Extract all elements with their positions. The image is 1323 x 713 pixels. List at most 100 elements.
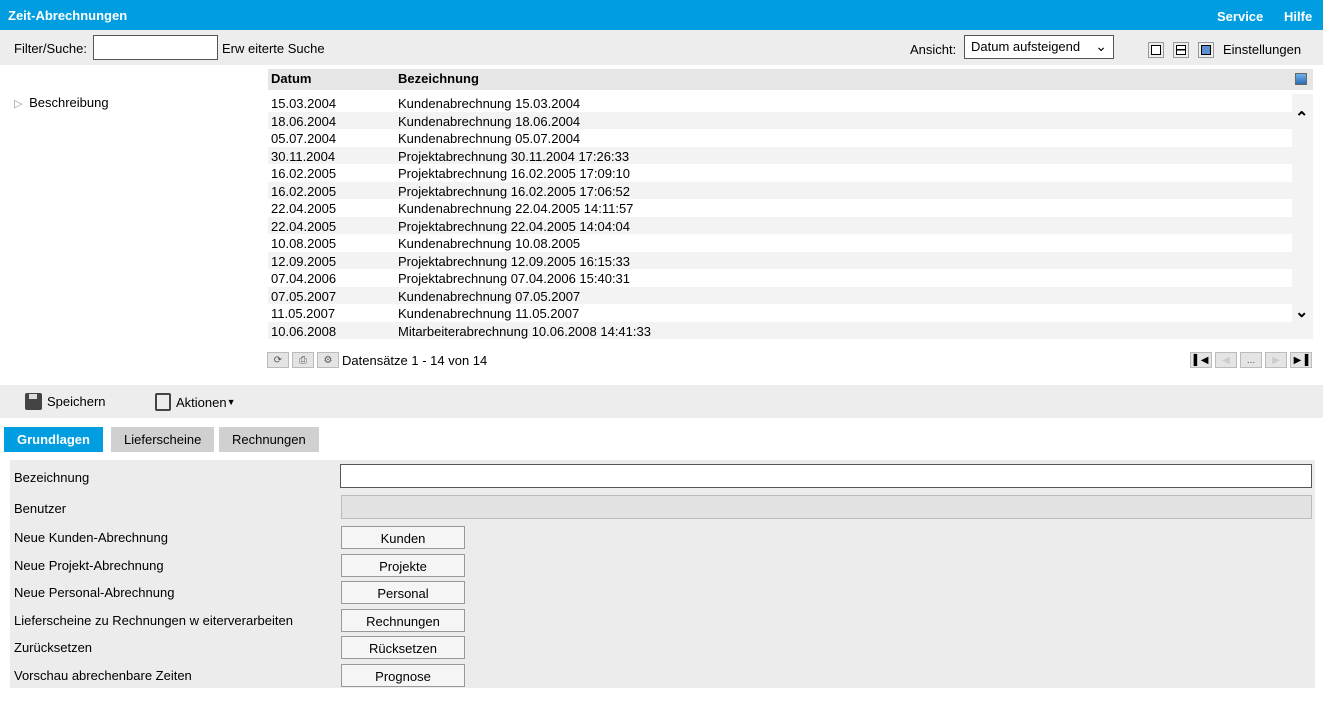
cell-bezeichnung: Projektabrechnung 12.09.2005 16:15:33 (398, 253, 631, 269)
cell-bezeichnung: Kundenabrechnung 05.07.2004 (398, 131, 581, 146)
dropdown-caret-icon: ▼ (226, 397, 236, 407)
app-header: Zeit-Abrechnungen Service Hilfe (0, 0, 1323, 30)
cell-bezeichnung: Kundenabrechnung 11.05.2007 (398, 306, 580, 321)
cell-datum: 16.02.2005 (271, 183, 337, 199)
action-row-label: Vorschau abrechenbare Zeiten (14, 667, 192, 683)
first-page-icon[interactable]: ▌◀ (1190, 352, 1212, 368)
cell-bezeichnung: Kundenabrechnung 22.04.2005 14:11:57 (398, 201, 634, 216)
cell-bezeichnung: Projektabrechnung 22.04.2005 14:04:04 (398, 218, 631, 234)
actions-menu-button[interactable]: Aktionen ▼ (155, 393, 236, 411)
action-row-label: Zurücksetzen (14, 640, 93, 655)
gear-icon[interactable]: ⚙ (317, 352, 339, 368)
action-row-button[interactable]: Kunden (341, 526, 465, 549)
view-select[interactable]: Datum aufsteigend ⌄ (964, 35, 1114, 59)
tab-lieferscheine[interactable]: Lieferscheine (111, 427, 215, 452)
cell-bezeichnung: Kundenabrechnung 07.05.2007 (398, 288, 581, 304)
action-row-label: Neue Projekt-Abrechnung (14, 557, 164, 573)
pager: ▌◀ ◀ ... ▶ ▶▐ (1190, 352, 1312, 368)
refresh-icon[interactable]: ⟳ (267, 352, 289, 368)
record-count: Datensätze 1 - 14 von 14 (342, 352, 488, 368)
grid-body: 15.03.2004 Kundenabrechnung 15.03.2004 18.… (268, 94, 1313, 339)
cell-bezeichnung: Projektabrechnung 07.04.2006 15:40:31 (398, 271, 631, 286)
layout-full-icon[interactable] (1198, 42, 1214, 58)
tab-grundlagen[interactable]: Grundlagen (4, 427, 103, 452)
table-row[interactable]: 07.05.2007 Kundenabrechnung 07.05.2007 (268, 286, 1292, 304)
cell-datum: 10.06.2008 (271, 323, 337, 339)
cell-datum: 05.07.2004 (271, 131, 337, 146)
cell-bezeichnung: Kundenabrechnung 10.08.2005 (398, 236, 581, 251)
table-row[interactable]: 22.04.2005 Projektabrechnung 22.04.2005 1… (268, 216, 1292, 234)
action-row-button[interactable]: Projekte (341, 553, 465, 577)
service-link[interactable]: Service (1217, 9, 1263, 24)
action-row-button[interactable]: Prognose (341, 663, 465, 687)
layout-single-icon[interactable] (1148, 42, 1164, 58)
filter-toolbar: Filter/Suche: Erw eiterte Suche Ansicht:… (0, 30, 1323, 65)
export-icon[interactable] (1295, 73, 1307, 85)
description-toggle[interactable]: ▷ Beschreibung (14, 95, 109, 110)
prev-page-icon[interactable]: ◀ (1215, 352, 1237, 368)
table-row[interactable]: 07.04.2006 Projektabrechnung 07.04.2006 1… (268, 269, 1292, 287)
cell-bezeichnung: Projektabrechnung 16.02.2005 17:09:10 (398, 166, 631, 181)
advanced-search-link[interactable]: Erw eiterte Suche (222, 41, 325, 56)
cell-datum: 11.05.2007 (271, 306, 336, 321)
table-row[interactable]: 10.08.2005 Kundenabrechnung 10.08.2005 (268, 234, 1292, 252)
cell-datum: 15.03.2004 (271, 96, 337, 111)
tab-rechnungen[interactable]: Rechnungen (219, 427, 319, 452)
table-row[interactable]: 10.06.2008 Mitarbeiterabrechnung 10.06.20… (268, 321, 1292, 339)
layout-split-icon[interactable] (1173, 42, 1189, 58)
cell-bezeichnung: Kundenabrechnung 18.06.2004 (398, 113, 581, 129)
cell-datum: 18.06.2004 (271, 113, 337, 129)
grid-footer: ⟳ ⎙ ⚙ Datensätze 1 - 14 von 14 (267, 352, 487, 368)
table-row[interactable]: 12.09.2005 Projektabrechnung 12.09.2005 1… (268, 251, 1292, 269)
cell-datum: 22.04.2005 (271, 218, 337, 234)
table-row[interactable]: 18.06.2004 Kundenabrechnung 18.06.2004 (268, 111, 1292, 129)
grid-scrollbar[interactable]: ⌃ ⌄ (1292, 94, 1313, 339)
table-row[interactable]: 15.03.2004 Kundenabrechnung 15.03.2004 (268, 94, 1292, 112)
view-label: Ansicht: (910, 42, 957, 57)
cell-bezeichnung: Kundenabrechnung 15.03.2004 (398, 96, 581, 111)
table-row[interactable]: 11.05.2007 Kundenabrechnung 11.05.2007 (268, 304, 1292, 322)
action-row-button[interactable]: Rücksetzen (341, 636, 465, 659)
benutzer-input (341, 495, 1312, 519)
action-row-button[interactable]: Personal (341, 581, 465, 604)
action-row-label: Lieferscheine zu Rechnungen w eiterverar… (14, 612, 293, 628)
table-row[interactable]: 22.04.2005 Kundenabrechnung 22.04.2005 14… (268, 199, 1292, 217)
clipboard-check-icon (155, 393, 171, 411)
last-page-icon[interactable]: ▶▐ (1290, 352, 1312, 368)
cell-datum: 10.08.2005 (271, 236, 337, 251)
cell-bezeichnung: Mitarbeiterabrechnung 10.06.2008 14:41:3… (398, 323, 651, 339)
bezeichnung-label: Bezeichnung (14, 470, 90, 485)
description-label: Beschreibung (29, 95, 109, 110)
filter-label: Filter/Suche: (14, 41, 87, 56)
scroll-down-icon[interactable]: ⌄ (1295, 302, 1308, 322)
more-pages-button[interactable]: ... (1240, 352, 1262, 368)
cell-bezeichnung: Projektabrechnung 30.11.2004 17:26:33 (398, 148, 630, 164)
grid-header: Datum Bezeichnung (268, 69, 1313, 90)
save-label: Speichern (47, 394, 106, 409)
table-row[interactable]: 30.11.2004 Projektabrechnung 30.11.2004 1… (268, 146, 1292, 164)
column-header-datum[interactable]: Datum (271, 71, 311, 86)
basics-form: Bezeichnung Benutzer Neue Kunden-Abrechn… (10, 460, 1315, 688)
cell-datum: 16.02.2005 (271, 166, 337, 181)
save-button[interactable]: Speichern (25, 393, 106, 410)
action-toolbar: Speichern Aktionen ▼ (0, 385, 1323, 418)
print-icon[interactable]: ⎙ (292, 352, 314, 368)
settings-link[interactable]: Einstellungen (1223, 42, 1301, 57)
next-page-icon[interactable]: ▶ (1265, 352, 1287, 368)
app-title: Zeit-Abrechnungen (8, 8, 128, 23)
filter-input[interactable] (93, 35, 218, 60)
table-row[interactable]: 05.07.2004 Kundenabrechnung 05.07.2004 (268, 129, 1292, 147)
cell-bezeichnung: Projektabrechnung 16.02.2005 17:06:52 (398, 183, 631, 199)
scroll-up-icon[interactable]: ⌃ (1295, 108, 1308, 128)
table-row[interactable]: 16.02.2005 Projektabrechnung 16.02.2005 1… (268, 164, 1292, 182)
expand-triangle-icon: ▷ (14, 98, 23, 110)
action-row-button[interactable]: Rechnungen (341, 608, 465, 632)
cell-datum: 30.11.2004 (271, 148, 336, 164)
cell-datum: 12.09.2005 (271, 253, 337, 269)
chevron-down-icon: ⌄ (1095, 38, 1107, 54)
column-header-bezeichnung[interactable]: Bezeichnung (398, 71, 479, 86)
action-row-label: Neue Personal-Abrechnung (14, 585, 175, 600)
bezeichnung-input[interactable] (340, 464, 1312, 488)
table-row[interactable]: 16.02.2005 Projektabrechnung 16.02.2005 1… (268, 181, 1292, 199)
help-link[interactable]: Hilfe (1284, 9, 1312, 24)
